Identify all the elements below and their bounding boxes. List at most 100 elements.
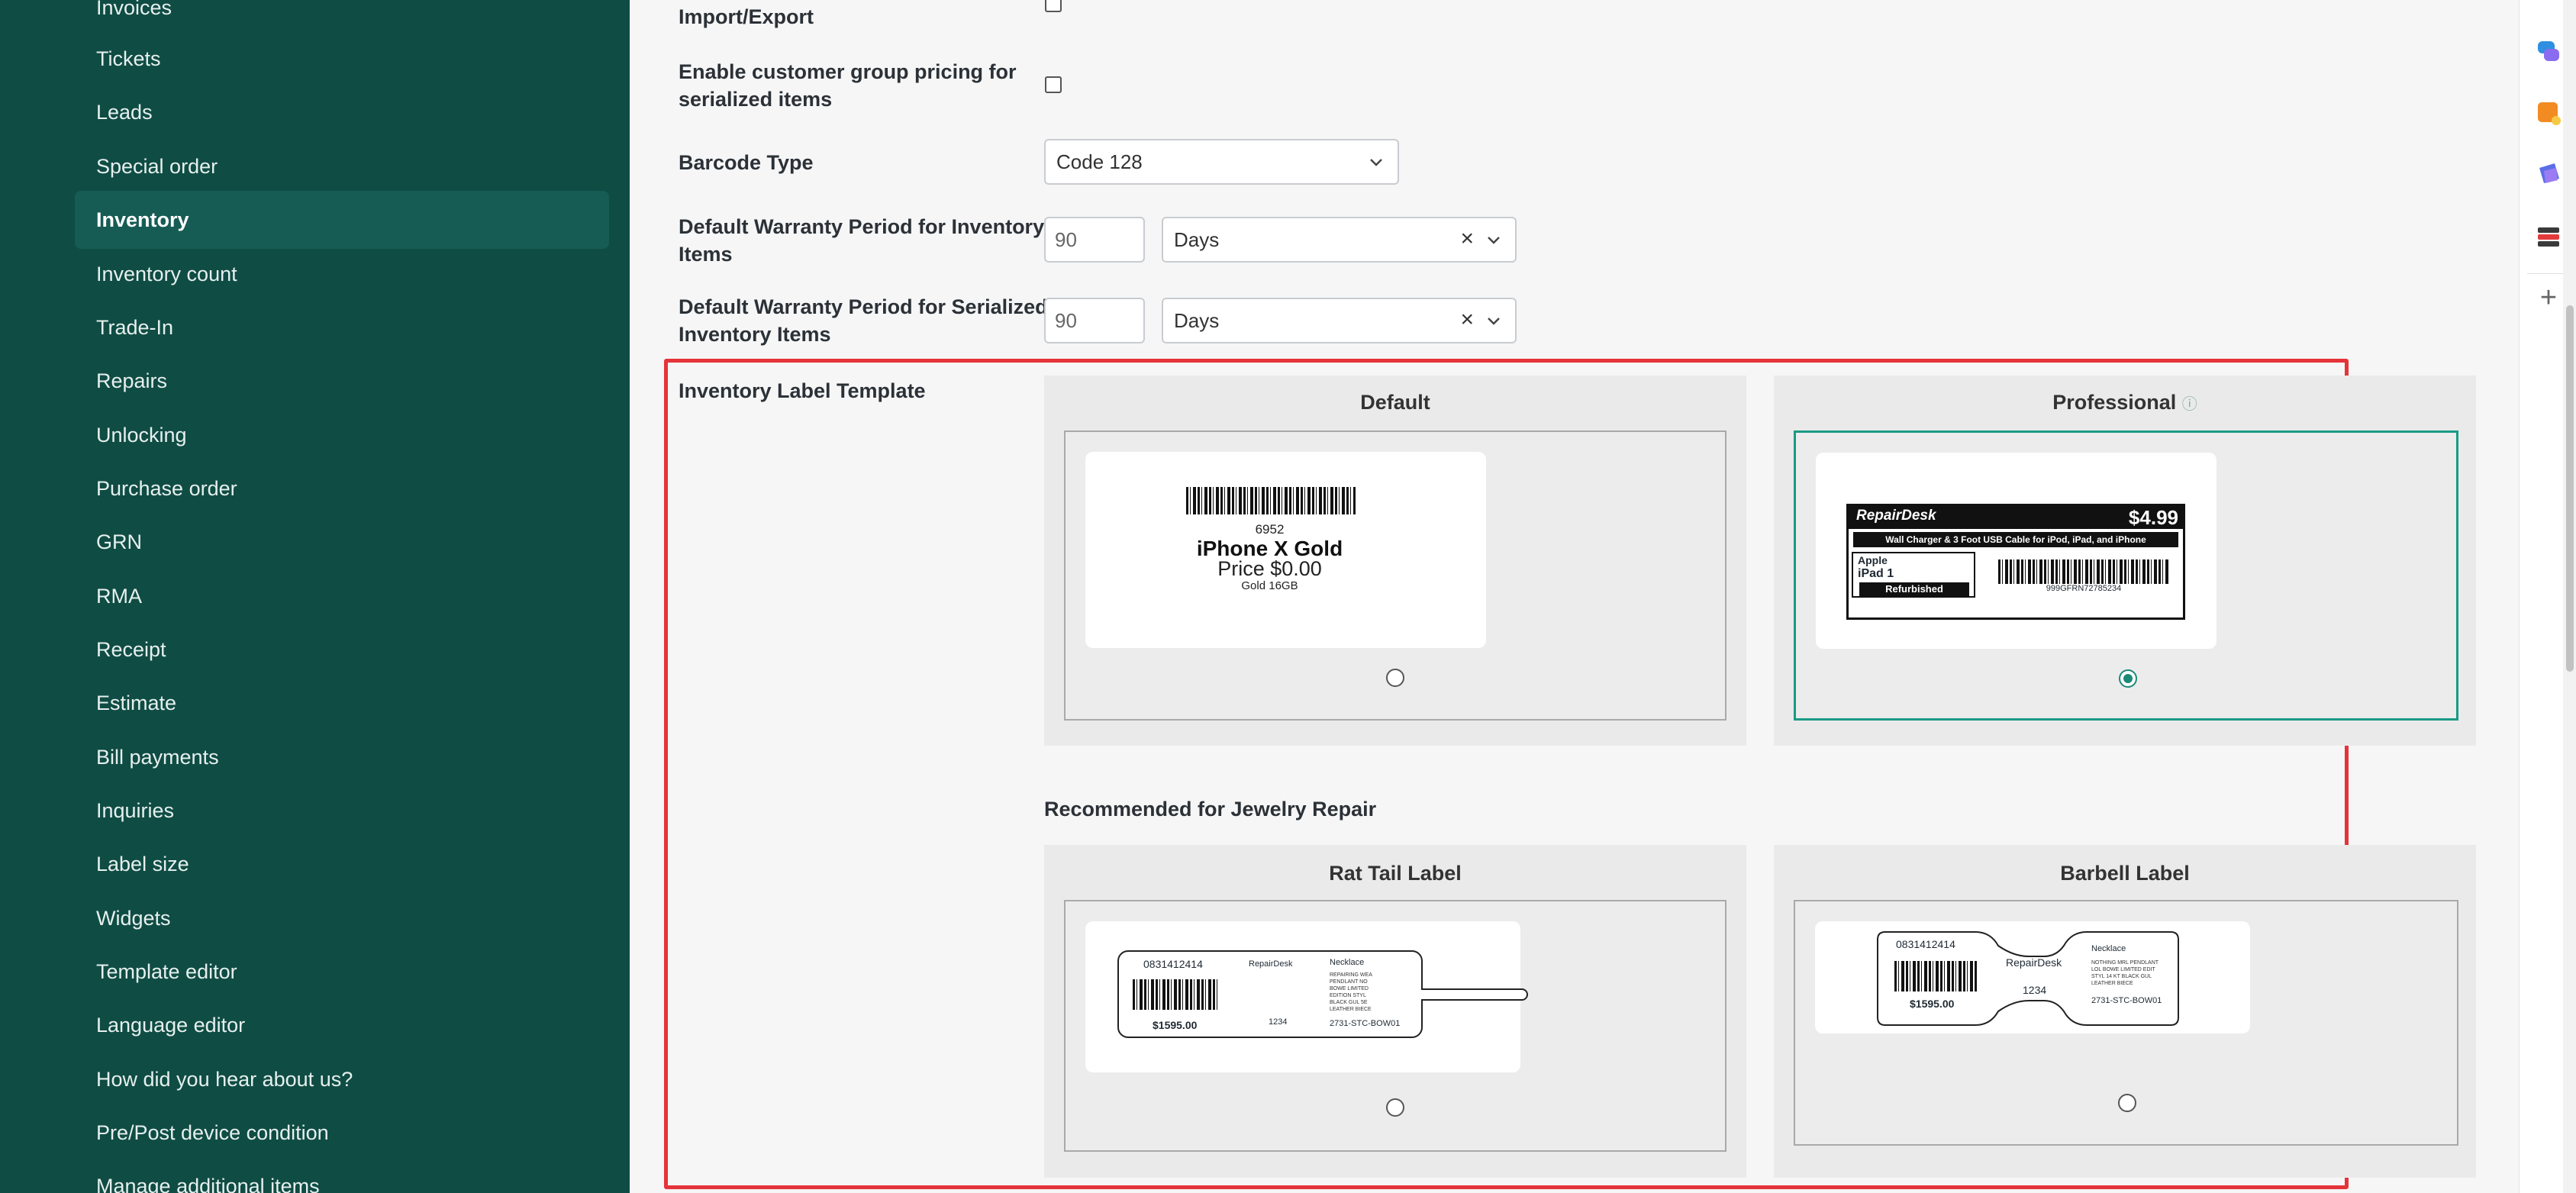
sidebar-item-label: Receipt (96, 638, 166, 661)
detail-line: LOL BOWE LIMITED EDIT (2091, 967, 2155, 972)
rat-tail-template-title: Rat Tail Label (1329, 862, 1462, 885)
sidebar-item-label: Label size (96, 853, 189, 875)
sidebar-item-widgets[interactable]: Widgets (75, 889, 609, 947)
detail-line: LEATHER BIECE (1330, 1007, 1372, 1012)
barcode-type-label: Barcode Type (679, 151, 814, 174)
sidebar-item-label: Widgets (96, 907, 171, 930)
sidebar-item-label: Template editor (96, 960, 237, 983)
sidebar-item-language-editor[interactable]: Language editor (75, 996, 609, 1054)
sidebar-item-grn[interactable]: GRN (75, 513, 609, 571)
sidebar-item-label: GRN (96, 530, 142, 553)
barbell-code: 0831412414 (1896, 938, 1955, 950)
sidebar-item-tickets[interactable]: Tickets (75, 30, 609, 88)
stacked-books-icon[interactable] (2535, 223, 2562, 250)
rail-divider (2527, 273, 2568, 274)
rat-tail-template-card[interactable]: Rat Tail Label 0831412414 $1595.00 Repai… (1044, 845, 1746, 1178)
default-label-preview: 6952 iPhone X Gold Price $0.00 Gold 16GB (1085, 452, 1486, 648)
barcode-type-value: Code 128 (1056, 150, 1143, 173)
sidebar-item-estimate[interactable]: Estimate (75, 674, 609, 732)
professional-template-radio[interactable] (2119, 669, 2137, 688)
warranty-inventory-label: Default Warranty Period for Inventory It… (679, 213, 1044, 268)
sidebar-item-how-did-you-hear[interactable]: How did you hear about us? (75, 1050, 609, 1108)
detail-line: BLACK GUL 5E (1330, 1000, 1368, 1005)
barbell-template-frame: 0831412414 $1595.00 RepairDesk 1234 Neck… (1794, 900, 2458, 1146)
professional-template-frame: RepairDesk $4.99 Wall Charger & 3 Foot U… (1794, 430, 2458, 721)
sidebar-item-rma[interactable]: RMA (75, 567, 609, 625)
sidebar-item-template-editor[interactable]: Template editor (75, 943, 609, 1001)
sidebar-item-label: Special order (96, 155, 218, 178)
warranty-serialized-unit-select[interactable]: Days × (1162, 298, 1517, 343)
default-template-radio[interactable] (1386, 669, 1404, 687)
default-price: Price $0.00 (1217, 557, 1322, 580)
sidebar-item-label: Leads (96, 101, 153, 124)
chevron-down-icon (1488, 318, 1500, 325)
default-template-card[interactable]: Default 6952 iPhone X Gold Price $0.00 G… (1044, 376, 1746, 746)
sidebar-item-label-size[interactable]: Label size (75, 835, 609, 893)
detail-line: LEATHER BIECE (2091, 981, 2133, 986)
info-icon[interactable]: ⓘ (2182, 396, 2197, 413)
barcode-graphic (1894, 961, 1977, 991)
scrollbar-thumb[interactable] (2566, 305, 2574, 672)
sidebar-item-manage-additional-items[interactable]: Manage additional items (75, 1157, 609, 1193)
rat-tail-strip (1421, 988, 1528, 1001)
barbell-brand: RepairDesk (2006, 956, 2062, 969)
rat-tail-template-frame: 0831412414 $1595.00 RepairDesk 1234 Neck… (1064, 900, 1726, 1152)
barbell-price: $1595.00 (1910, 998, 1955, 1010)
barbell-template-card[interactable]: Barbell Label 0831412414 $1595.00 Repair… (1774, 845, 2476, 1178)
barcode-graphic (1186, 487, 1356, 514)
warranty-inventory-unit-value: Days (1174, 228, 1220, 251)
barcode-type-select[interactable]: Code 128 (1044, 139, 1399, 185)
inventory-settings-panel: Import/Export Enable customer group pric… (630, 0, 2519, 1193)
professional-condition: Refurbished (1859, 582, 1969, 596)
sidebar-item-special-order[interactable]: Special order (75, 137, 609, 195)
label-template-label: Inventory Label Template (679, 379, 926, 402)
sidebar-item-device-condition[interactable]: Pre/Post device condition (75, 1104, 609, 1162)
professional-template-card[interactable]: Professional ⓘ RepairDesk $4.99 Wall Cha… (1774, 376, 2476, 746)
rat-tail-label-preview: 0831412414 $1595.00 RepairDesk 1234 Neck… (1085, 921, 1528, 1072)
barcode-graphic (1133, 979, 1218, 1010)
rat-tail-details: REPAIRING WEA PENDLANT NO BOWE LIMITED E… (1330, 972, 1372, 1013)
detail-line: PENDLANT NO (1330, 979, 1368, 985)
barcode-graphic (1998, 559, 2169, 584)
orange-note-icon[interactable] (2535, 99, 2562, 127)
chat-bubbles-icon[interactable] (2535, 38, 2562, 66)
sidebar-item-receipt[interactable]: Receipt (75, 621, 609, 679)
warranty-serialized-label: Default Warranty Period for Serialized I… (679, 293, 1048, 348)
sidebar-item-purchase-order[interactable]: Purchase order (75, 459, 609, 518)
sidebar-item-label: Inventory (96, 208, 189, 231)
warranty-inventory-input[interactable]: 90 (1044, 217, 1145, 263)
sidebar-item-label: Language editor (96, 1014, 246, 1037)
sidebar-item-label: Bill payments (96, 746, 219, 769)
sidebar-item-label: Estimate (96, 692, 177, 714)
rat-tail-template-radio[interactable] (1386, 1098, 1404, 1117)
sidebar-item-inventory[interactable]: Inventory (75, 191, 609, 249)
sidebar-item-trade-in[interactable]: Trade-In (75, 298, 609, 356)
warranty-serialized-input[interactable]: 90 (1044, 298, 1145, 343)
warranty-serialized-label-line: Inventory Items (679, 323, 831, 346)
warranty-serialized-value: 90 (1055, 309, 1077, 332)
barbell-details: NOTHING MRL PENDLANT LOL BOWE LIMITED ED… (2091, 959, 2158, 987)
warranty-inventory-unit-select[interactable]: Days × (1162, 217, 1517, 263)
sidebar-item-inventory-count[interactable]: Inventory count (75, 245, 609, 303)
warranty-inventory-label-line: Default Warranty Period for Inventory (679, 215, 1045, 238)
sidebar-item-bill-payments[interactable]: Bill payments (75, 728, 609, 786)
rat-tail-num: 1234 (1269, 1017, 1288, 1027)
plus-icon[interactable]: + (2535, 282, 2562, 313)
barbell-template-title: Barbell Label (2060, 862, 2190, 885)
sidebar-item-label: Manage additional items (96, 1175, 320, 1193)
clear-icon[interactable]: × (1460, 308, 1474, 331)
group-pricing-checkbox[interactable] (1045, 76, 1062, 93)
import-export-checkbox[interactable] (1045, 0, 1062, 12)
barbell-template-radio[interactable] (2118, 1094, 2136, 1112)
sidebar-item-label: Purchase order (96, 477, 237, 500)
rat-tail-item: Necklace (1330, 958, 1365, 967)
sidebar-item-inquiries[interactable]: Inquiries (75, 782, 609, 840)
rat-tail-code: 0831412414 (1143, 958, 1203, 970)
purple-shapes-icon[interactable] (2535, 160, 2562, 188)
sidebar-item-repairs[interactable]: Repairs (75, 352, 609, 410)
clear-icon[interactable]: × (1460, 227, 1474, 250)
sidebar-item-leads[interactable]: Leads (75, 83, 609, 141)
sidebar-item-unlocking[interactable]: Unlocking (75, 406, 609, 464)
detail-line: REPAIRING WEA (1330, 972, 1372, 978)
sidebar-item-label: Unlocking (96, 424, 187, 447)
